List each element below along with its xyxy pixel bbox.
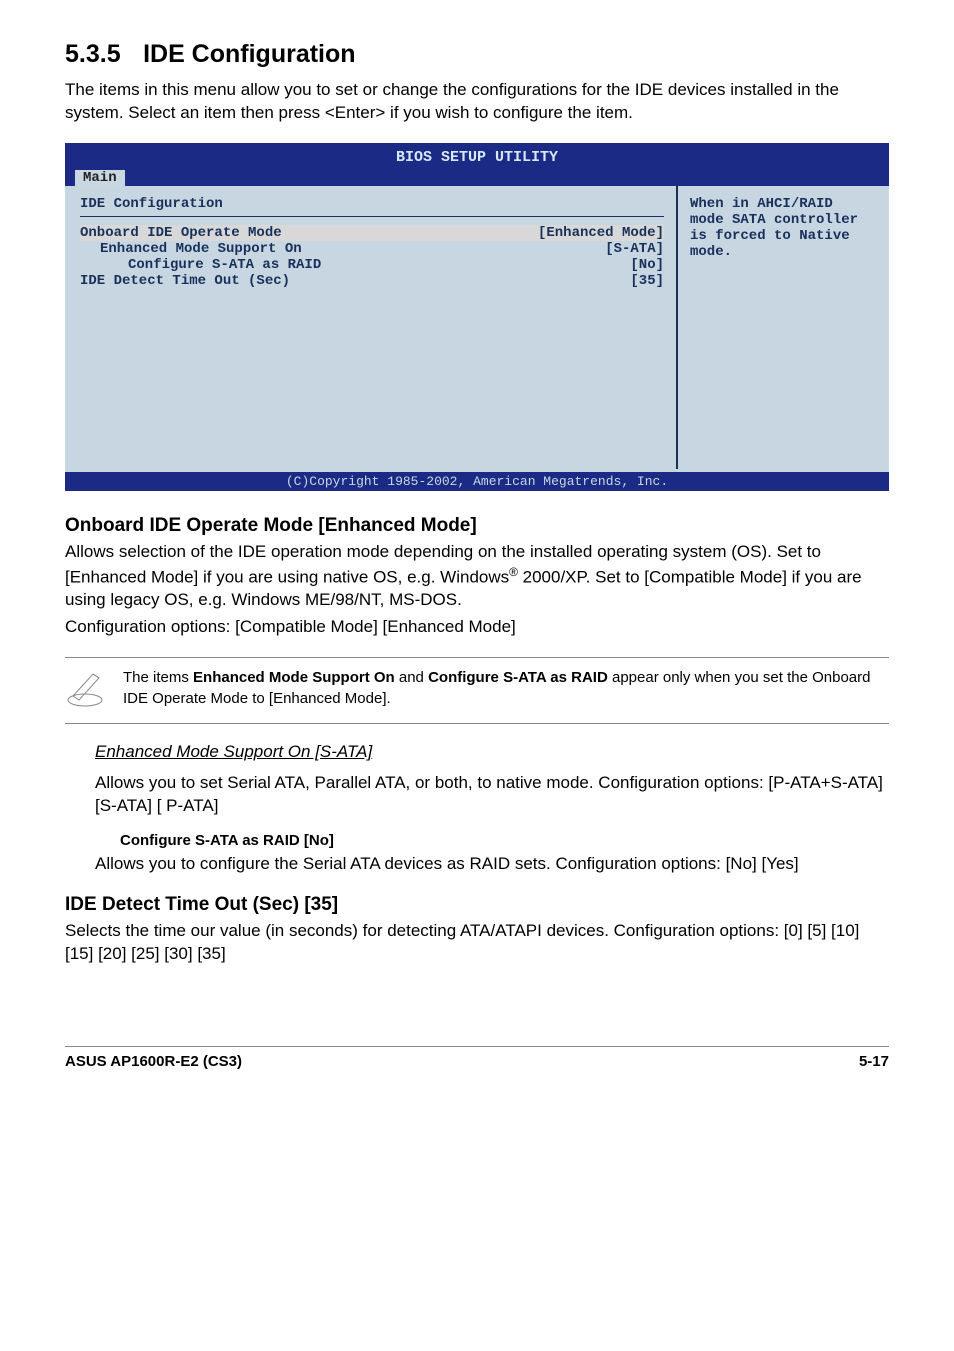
intro-paragraph: The items in this menu allow you to set … (65, 79, 889, 125)
bios-value: [S-ATA] (605, 241, 664, 257)
bios-row-detect-time[interactable]: IDE Detect Time Out (Sec) [35] (80, 273, 664, 289)
enhanced-mode-title: Enhanced Mode Support On [S-ATA] (95, 742, 889, 762)
onboard-heading: Onboard IDE Operate Mode [Enhanced Mode] (65, 515, 889, 537)
configure-raid-text: Allows you to configure the Serial ATA d… (95, 853, 889, 876)
bios-body: IDE Configuration Onboard IDE Operate Mo… (65, 186, 889, 472)
section-number: 5.3.5 (65, 40, 121, 68)
bios-row-configure-raid[interactable]: Configure S-ATA as RAID [No] (80, 257, 664, 273)
onboard-paragraph: Allows selection of the IDE operation mo… (65, 541, 889, 612)
enhanced-mode-text: Allows you to set Serial ATA, Parallel A… (95, 772, 889, 818)
note-block: The items Enhanced Mode Support On and C… (65, 657, 889, 724)
page-footer: ASUS AP1600R-E2 (CS3) 5-17 (65, 1046, 889, 1070)
bios-help-text: When in AHCI/RAID mode SATA controller i… (690, 196, 874, 260)
bios-value: [Enhanced Mode] (538, 225, 664, 241)
section-title: IDE Configuration (143, 40, 355, 68)
bios-label: Enhanced Mode Support On (80, 241, 302, 257)
configure-raid-title: Configure S-ATA as RAID [No] (120, 832, 889, 849)
bios-row-enhanced-support[interactable]: Enhanced Mode Support On [S-ATA] (80, 241, 664, 257)
bios-label: Onboard IDE Operate Mode (80, 225, 282, 241)
bios-row-onboard-mode[interactable]: Onboard IDE Operate Mode [Enhanced Mode] (80, 225, 664, 241)
bios-title: BIOS SETUP UTILITY (65, 143, 889, 166)
bios-config-heading: IDE Configuration (80, 196, 664, 212)
bios-tab-main[interactable]: Main (75, 170, 125, 186)
bios-help-pane: When in AHCI/RAID mode SATA controller i… (676, 186, 886, 469)
onboard-config-options: Configuration options: [Compatible Mode]… (65, 616, 889, 639)
bios-label: Configure S-ATA as RAID (80, 257, 321, 273)
bios-label: IDE Detect Time Out (Sec) (80, 273, 290, 289)
bios-tab-row: Main (65, 166, 889, 186)
footer-model: ASUS AP1600R-E2 (CS3) (65, 1053, 242, 1070)
bios-copyright: (C)Copyright 1985-2002, American Megatre… (65, 472, 889, 491)
detect-text: Selects the time our value (in seconds) … (65, 920, 889, 966)
bios-left-pane: IDE Configuration Onboard IDE Operate Mo… (68, 186, 676, 469)
bios-screenshot: BIOS SETUP UTILITY Main IDE Configuratio… (65, 143, 889, 491)
footer-page: 5-17 (859, 1053, 889, 1070)
bios-value: [35] (630, 273, 664, 289)
note-icon (65, 668, 105, 713)
note-text: The items Enhanced Mode Support On and C… (123, 668, 889, 709)
bios-value: [No] (630, 257, 664, 273)
detect-heading: IDE Detect Time Out (Sec) [35] (65, 894, 889, 916)
